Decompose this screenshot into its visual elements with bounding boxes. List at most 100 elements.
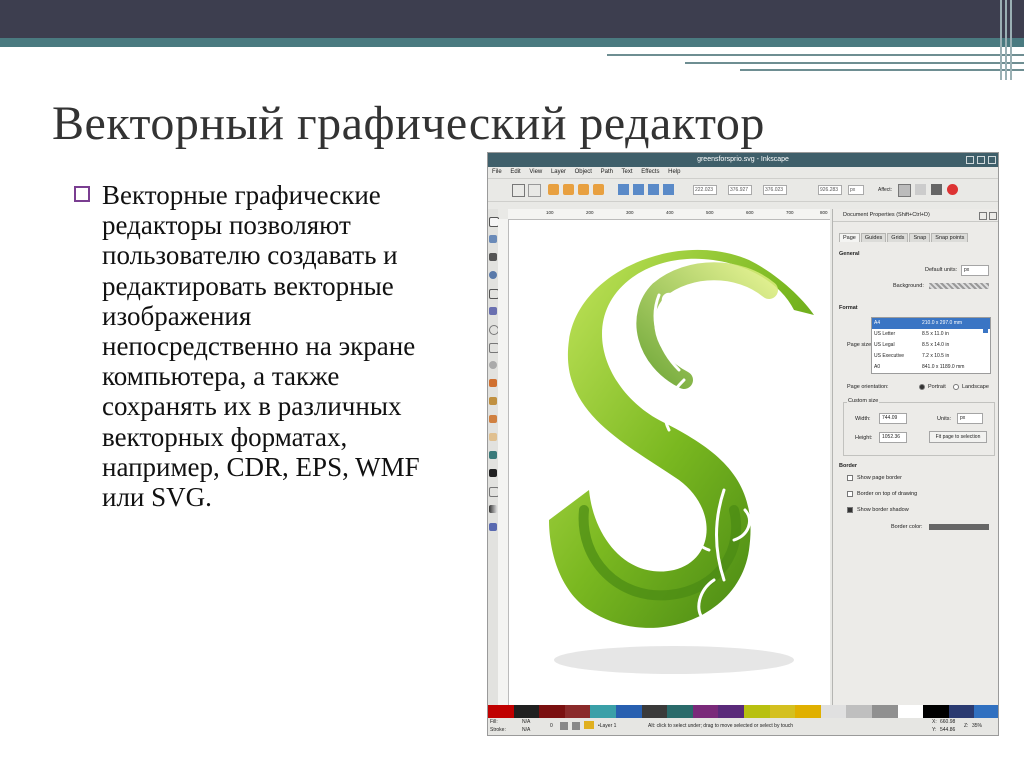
- list-scrollbar[interactable]: [983, 319, 988, 333]
- unit-select[interactable]: px: [848, 185, 864, 195]
- palette-swatch[interactable]: [539, 705, 565, 718]
- palette-swatch[interactable]: [846, 705, 872, 718]
- close-icon[interactable]: [988, 156, 996, 164]
- background-color-swatch[interactable]: [929, 283, 989, 289]
- raise-to-top-icon[interactable]: [663, 184, 674, 195]
- 3dbox-tool-icon[interactable]: [489, 307, 497, 315]
- select-all-layers-icon[interactable]: [528, 184, 541, 197]
- eye-icon[interactable]: [560, 722, 568, 730]
- border-color-swatch[interactable]: [929, 524, 989, 530]
- raise-icon[interactable]: [648, 184, 659, 195]
- status-bar: Fill: Stroke: N/A N/A 0 •Layer 1 Alt: cl…: [488, 718, 998, 735]
- move-patterns-icon[interactable]: [947, 184, 958, 195]
- default-units-select[interactable]: px: [961, 265, 989, 276]
- scale-stroke-icon[interactable]: [898, 184, 911, 197]
- palette-swatch[interactable]: [948, 705, 975, 718]
- list-item[interactable]: A0 841.0 x 1189.0 mm: [872, 362, 990, 373]
- menu-view[interactable]: View: [529, 169, 542, 175]
- list-item[interactable]: US Legal 8.5 x 14.0 in: [872, 340, 990, 351]
- menu-text[interactable]: Text: [622, 169, 633, 175]
- palette-swatch[interactable]: [718, 705, 744, 718]
- palette-swatch[interactable]: [923, 705, 949, 718]
- fit-page-button[interactable]: Fit page to selection: [929, 431, 987, 443]
- zoom-value[interactable]: 35%: [972, 722, 982, 730]
- bullet-text: Векторные графические редакторы позволяю…: [102, 180, 420, 513]
- show-page-border-checkbox[interactable]: [847, 475, 853, 481]
- tab-guides[interactable]: Guides: [860, 233, 887, 242]
- list-item[interactable]: A4 210.0 x 297.0 mm: [872, 318, 990, 329]
- inkscape-window: greensforsprio.svg - Inkscape File Edit …: [487, 152, 999, 736]
- node-tool-icon[interactable]: [489, 235, 497, 243]
- tab-snap-points[interactable]: Snap points: [931, 233, 969, 242]
- palette-swatch[interactable]: [974, 705, 998, 718]
- width-input[interactable]: 744.09: [879, 413, 907, 424]
- flip-horizontal-icon[interactable]: [578, 184, 589, 195]
- text-tool-icon[interactable]: [489, 469, 497, 477]
- palette-swatch[interactable]: [641, 705, 668, 718]
- height-input[interactable]: 1052.36: [879, 432, 907, 443]
- gradient-tool-icon[interactable]: [489, 505, 497, 513]
- spiral-tool-icon[interactable]: [489, 361, 497, 369]
- flip-vertical-icon[interactable]: [593, 184, 604, 195]
- palette-swatch[interactable]: [513, 705, 540, 718]
- menu-edit[interactable]: Edit: [510, 169, 520, 175]
- y-field[interactable]: 376.927: [728, 185, 752, 195]
- menu-help[interactable]: Help: [668, 169, 680, 175]
- pencil-tool-icon[interactable]: [489, 379, 497, 387]
- height-field[interactable]: 926.283: [818, 185, 842, 195]
- palette-swatch[interactable]: [590, 705, 616, 718]
- menu-object[interactable]: Object: [575, 169, 592, 175]
- menu-layer[interactable]: Layer: [551, 169, 566, 175]
- panel-close-icon[interactable]: [989, 212, 997, 220]
- palette-swatch[interactable]: [897, 705, 924, 718]
- palette-swatch[interactable]: [488, 705, 514, 718]
- maximize-icon[interactable]: [977, 156, 985, 164]
- list-item[interactable]: US Executive 7.2 x 10.5 in: [872, 351, 990, 362]
- tab-page[interactable]: Page: [839, 233, 860, 242]
- width-field[interactable]: 376.023: [763, 185, 787, 195]
- menu-path[interactable]: Path: [601, 169, 613, 175]
- palette-swatch[interactable]: [795, 705, 821, 718]
- palette-swatch[interactable]: [564, 705, 591, 718]
- minimize-icon[interactable]: [966, 156, 974, 164]
- palette-swatch[interactable]: [743, 705, 770, 718]
- custom-size-group: [843, 402, 995, 456]
- border-on-top-checkbox[interactable]: [847, 491, 853, 497]
- palette-swatch[interactable]: [871, 705, 898, 718]
- lower-icon[interactable]: [633, 184, 644, 195]
- pen-tool-icon[interactable]: [489, 397, 497, 405]
- layer-select[interactable]: •Layer 1: [598, 722, 616, 730]
- tweak-tool-icon[interactable]: [489, 253, 497, 261]
- panel-iconify-icon[interactable]: [979, 212, 987, 220]
- menu-file[interactable]: File: [492, 169, 502, 175]
- tab-grids[interactable]: Grids: [887, 233, 909, 242]
- calligraphy-tool-icon[interactable]: [489, 415, 497, 423]
- lock-icon[interactable]: [572, 722, 580, 730]
- rotate-cw-icon[interactable]: [563, 184, 574, 195]
- menu-effects[interactable]: Effects: [641, 169, 659, 175]
- move-gradients-icon[interactable]: [931, 184, 942, 195]
- paint-bucket-tool-icon[interactable]: [489, 451, 497, 459]
- landscape-radio[interactable]: [953, 384, 959, 390]
- rotate-ccw-icon[interactable]: [548, 184, 559, 195]
- units-select[interactable]: px: [957, 413, 983, 424]
- drawing-canvas[interactable]: [509, 220, 830, 705]
- palette-swatch[interactable]: [820, 705, 847, 718]
- lower-to-bottom-icon[interactable]: [618, 184, 629, 195]
- palette-swatch[interactable]: [769, 705, 796, 718]
- palette-swatch[interactable]: [667, 705, 693, 718]
- list-item[interactable]: US Letter 8.5 x 11.0 in: [872, 329, 990, 340]
- x-field[interactable]: 222.023: [693, 185, 717, 195]
- palette-swatch[interactable]: [692, 705, 719, 718]
- layer-lock-icon[interactable]: [584, 721, 594, 729]
- eraser-tool-icon[interactable]: [489, 433, 497, 441]
- scale-corners-icon[interactable]: [915, 184, 926, 195]
- tab-snap[interactable]: Snap: [909, 233, 931, 242]
- show-border-shadow-checkbox[interactable]: [847, 507, 853, 513]
- portrait-radio[interactable]: [919, 384, 925, 390]
- opacity-value[interactable]: 0: [550, 722, 553, 730]
- palette-swatch[interactable]: [615, 705, 642, 718]
- dropper-tool-icon[interactable]: [489, 523, 497, 531]
- zoom-tool-icon[interactable]: [489, 271, 497, 279]
- select-all-icon[interactable]: [512, 184, 525, 197]
